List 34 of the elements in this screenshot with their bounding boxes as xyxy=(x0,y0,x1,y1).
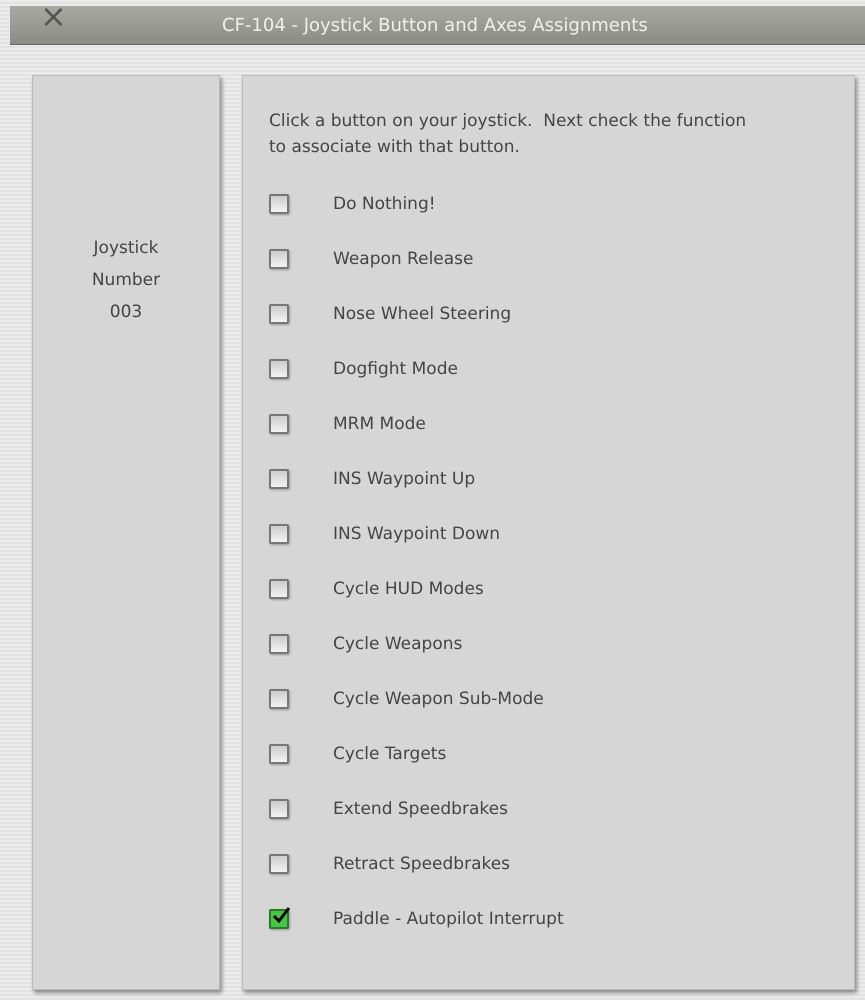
checkbox[interactable] xyxy=(269,249,289,269)
function-label: Cycle Targets xyxy=(333,744,446,764)
close-button[interactable]: × xyxy=(36,0,71,32)
joystick-label: Joystick xyxy=(94,237,158,260)
function-label: MRM Mode xyxy=(333,414,426,434)
function-label: Retract Speedbrakes xyxy=(333,854,510,874)
function-label: Dogfight Mode xyxy=(333,359,458,379)
function-label: Weapon Release xyxy=(333,249,474,269)
checkbox[interactable] xyxy=(269,634,289,654)
checkbox[interactable] xyxy=(269,194,289,214)
checkbox[interactable] xyxy=(269,579,289,599)
function-label: INS Waypoint Up xyxy=(333,469,476,489)
function-label: Nose Wheel Steering xyxy=(333,304,512,324)
checkbox[interactable] xyxy=(269,359,289,379)
checkbox[interactable] xyxy=(269,799,289,819)
function-label: Cycle Weapon Sub-Mode xyxy=(333,689,544,709)
checkbox[interactable] xyxy=(269,414,289,434)
window-title: CF-104 - Joystick Button and Axes Assignments xyxy=(222,14,648,36)
joystick-label: Number xyxy=(92,269,160,292)
function-label: Do Nothing! xyxy=(333,194,436,214)
checkbox[interactable] xyxy=(269,909,289,929)
checkbox[interactable] xyxy=(269,854,289,874)
checkbox[interactable] xyxy=(269,304,289,324)
function-label: Extend Speedbrakes xyxy=(333,799,508,819)
checkbox[interactable] xyxy=(269,744,289,764)
joystick-label: 003 xyxy=(110,301,142,324)
checkbox[interactable] xyxy=(269,469,289,489)
checkbox[interactable] xyxy=(269,524,289,544)
function-label: Cycle HUD Modes xyxy=(333,579,484,599)
instructions-text: Click a button on your joystick. Next check the function to associate with that button. xyxy=(269,110,748,159)
function-label: Paddle - Autopilot Interrupt xyxy=(333,909,564,929)
function-label: Cycle Weapons xyxy=(333,634,462,654)
checkbox[interactable] xyxy=(269,689,289,709)
function-label: INS Waypoint Down xyxy=(333,524,500,544)
